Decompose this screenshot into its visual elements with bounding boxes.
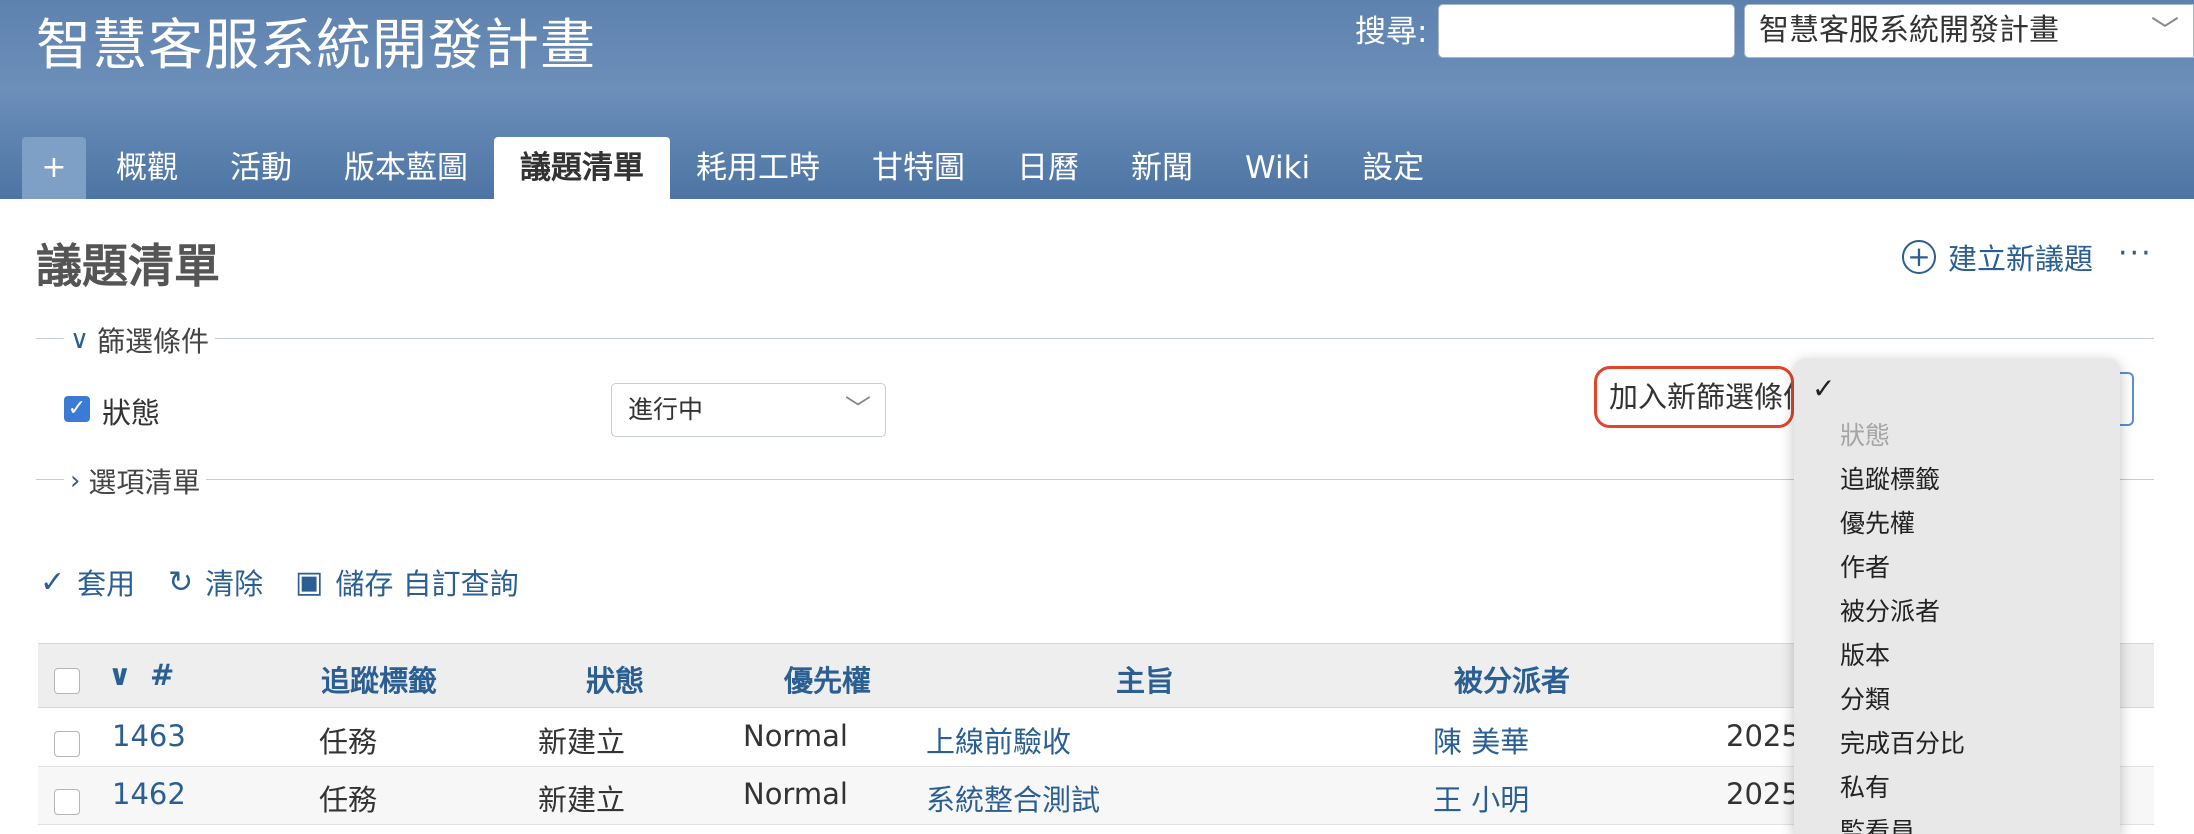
status-filter-value: 進行中 xyxy=(628,395,704,424)
add-circle-icon: + xyxy=(1902,240,1936,274)
new-issue-link[interactable]: + 建立新議題 xyxy=(1902,236,2093,278)
dropdown-option-tracker[interactable]: 追蹤標籤 xyxy=(1840,460,1940,496)
tab-overview[interactable]: 概觀 xyxy=(90,137,204,199)
clear-button[interactable]: ↻ 清除 xyxy=(168,561,263,603)
status-filter-label: 狀態 xyxy=(102,396,161,430)
column-header-subject[interactable]: 主旨 xyxy=(1116,658,1174,700)
filters-legend[interactable]: ∨ 篩選條件 xyxy=(64,320,216,360)
column-header-priority[interactable]: 優先權 xyxy=(784,658,871,700)
issue-status: 新建立 xyxy=(538,725,626,759)
save-label: 儲存 自訂查詢 xyxy=(335,567,519,601)
tab-news[interactable]: 新聞 xyxy=(1105,137,1219,199)
main-menu-tabs: + 概觀 活動 版本藍圖 議題清單 耗用工時 甘特圖 日曆 新聞 Wiki 設定 xyxy=(22,137,1450,199)
issue-status: 新建立 xyxy=(538,783,626,817)
check-icon: ✓ xyxy=(40,564,66,600)
dropdown-option-status: 狀態 xyxy=(1840,421,1891,450)
row-checkbox[interactable] xyxy=(54,731,80,757)
column-header-assignee[interactable]: 被分派者 xyxy=(1454,658,1570,700)
new-object-button[interactable]: + xyxy=(22,137,86,199)
dropdown-option-watcher[interactable]: 監看員 xyxy=(1840,812,1915,834)
options-legend[interactable]: › 選項清單 xyxy=(64,461,207,501)
search-label: 搜尋: xyxy=(1355,14,1428,50)
save-query-button[interactable]: ▣ 儲存 自訂查詢 xyxy=(295,561,519,603)
checkmark-icon[interactable]: ✓ xyxy=(1812,372,1835,405)
issue-id-link[interactable]: 1462 xyxy=(112,777,186,811)
more-actions-icon[interactable]: ··· xyxy=(2118,236,2153,271)
tab-calendar[interactable]: 日曆 xyxy=(991,137,1105,199)
search-input[interactable] xyxy=(1438,4,1735,58)
issue-id-link[interactable]: 1463 xyxy=(112,719,186,753)
project-jump-select[interactable]: 智慧客服系統開發計畫 ﹀ xyxy=(1744,4,2194,58)
dropdown-option-private[interactable]: 私有 xyxy=(1840,768,1890,804)
filters-legend-label: 篩選條件 xyxy=(97,325,210,358)
tab-roadmap[interactable]: 版本藍圖 xyxy=(318,137,494,199)
add-filter-label: 加入新篩選條件 xyxy=(1594,366,1794,428)
project-jump-value: 智慧客服系統開發計畫 xyxy=(1759,13,2059,48)
dropdown-option-version[interactable]: 版本 xyxy=(1840,636,1890,672)
dropdown-option-done-ratio[interactable]: 完成百分比 xyxy=(1840,724,1965,760)
save-icon: ▣ xyxy=(295,564,324,600)
select-all-checkbox[interactable] xyxy=(54,668,80,694)
dropdown-option-priority[interactable]: 優先權 xyxy=(1840,504,1915,540)
issue-priority: Normal xyxy=(743,719,848,753)
tab-time-entries[interactable]: 耗用工時 xyxy=(670,137,846,199)
apply-label: 套用 xyxy=(77,567,136,601)
issue-date: 2025 xyxy=(1726,777,1800,811)
column-header-tracker[interactable]: 追蹤標籤 xyxy=(321,658,437,700)
clear-label: 清除 xyxy=(205,567,264,601)
dropdown-option-assignee[interactable]: 被分派者 xyxy=(1840,592,1940,628)
issue-date: 2025 xyxy=(1726,719,1800,753)
row-checkbox[interactable] xyxy=(54,789,80,815)
reload-icon: ↻ xyxy=(168,564,194,600)
chevron-right-icon: › xyxy=(70,466,81,496)
chevron-down-icon: ﹀ xyxy=(2150,14,2179,47)
status-filter-checkbox[interactable]: ✓ xyxy=(64,396,90,422)
issue-tracker: 任務 xyxy=(319,725,378,759)
tab-settings[interactable]: 設定 xyxy=(1336,137,1450,199)
issue-assignee-link[interactable]: 王 小明 xyxy=(1433,777,1529,819)
sort-indicator-icon[interactable]: ∨ xyxy=(108,658,132,692)
header-bar: 智慧客服系統開發計畫 搜尋: 智慧客服系統開發計畫 ﹀ + 概觀 活動 版本藍圖… xyxy=(0,0,2194,199)
status-filter-select[interactable]: 進行中 ﹀ xyxy=(611,383,886,437)
project-title[interactable]: 智慧客服系統開發計畫 xyxy=(36,10,596,80)
add-filter-dropdown-menu: ✓ 狀態 追蹤標籤 優先權 作者 被分派者 版本 分類 完成百分比 私有 監看員 xyxy=(1794,358,2120,834)
issue-tracker: 任務 xyxy=(319,783,378,817)
dropdown-option-category[interactable]: 分類 xyxy=(1840,680,1890,716)
options-legend-label: 選項清單 xyxy=(88,466,201,499)
chevron-down-icon: ﹀ xyxy=(844,395,871,425)
filters-divider xyxy=(36,338,2154,339)
issue-assignee-link[interactable]: 陳 美華 xyxy=(1433,719,1529,761)
tab-issues[interactable]: 議題清單 xyxy=(494,137,670,199)
apply-button[interactable]: ✓ 套用 xyxy=(40,561,135,603)
chevron-down-icon: ∨ xyxy=(70,325,90,355)
issue-subject-link[interactable]: 系統整合測試 xyxy=(926,777,1100,819)
tab-activity[interactable]: 活動 xyxy=(204,137,318,199)
issue-subject-link[interactable]: 上線前驗收 xyxy=(926,719,1071,761)
new-issue-label: 建立新議題 xyxy=(1948,242,2094,276)
issue-priority: Normal xyxy=(743,777,848,811)
page-title: 議題清單 xyxy=(36,239,220,293)
tab-gantt[interactable]: 甘特圖 xyxy=(846,137,991,199)
column-header-id[interactable]: # xyxy=(150,658,174,692)
dropdown-option-author[interactable]: 作者 xyxy=(1840,548,1890,584)
column-header-status[interactable]: 狀態 xyxy=(586,658,644,700)
tab-wiki[interactable]: Wiki xyxy=(1219,137,1336,199)
